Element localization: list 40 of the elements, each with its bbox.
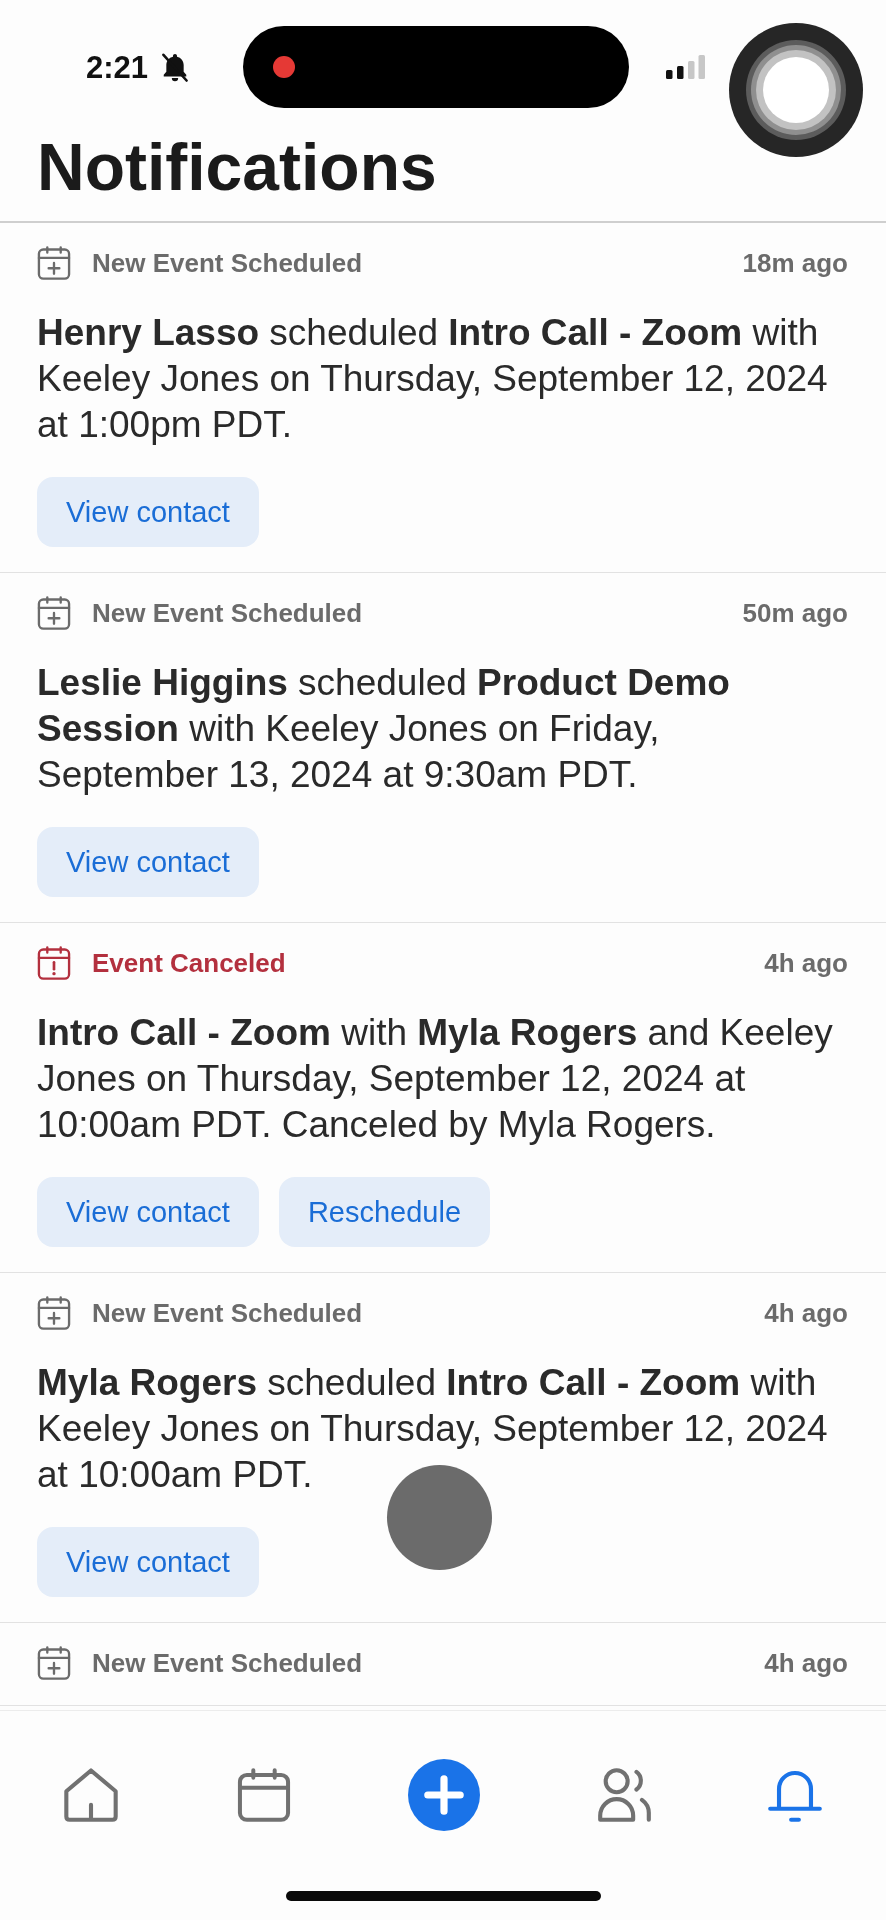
add-button[interactable] — [408, 1759, 480, 1831]
calendar-tab[interactable] — [236, 1768, 291, 1822]
notifications-tab[interactable] — [768, 1768, 822, 1822]
event-type-label: Event Canceled — [92, 947, 286, 979]
action-button[interactable]: View contact — [37, 1527, 259, 1597]
calendar-icon — [236, 1768, 291, 1822]
time-ago-label: 4h ago — [764, 947, 848, 979]
assistive-touch-button[interactable] — [729, 23, 863, 157]
home-tab[interactable] — [63, 1768, 119, 1822]
calendar-plus-icon — [37, 1296, 71, 1330]
home-icon — [63, 1768, 119, 1822]
calendar-plus-icon — [37, 596, 71, 630]
calendar-alert-icon — [37, 946, 71, 980]
people-icon — [597, 1768, 651, 1822]
event-type-label: New Event Scheduled — [92, 1297, 363, 1329]
time-ago-label: 4h ago — [764, 1297, 848, 1329]
time-ago-label: 4h ago — [764, 1647, 848, 1679]
time-ago-label: 18m ago — [742, 247, 848, 279]
notification-message: Intro Call - Zoom with Myla Rogers and Keeley Jones on Thursday, September 12, 2024 at 10:00am PDT. Canceled by Myla Rogers. — [37, 1011, 834, 1147]
page-title: Notifications — [37, 129, 438, 206]
action-button[interactable]: Reschedule — [278, 1177, 491, 1247]
event-type-label: New Event Scheduled — [92, 247, 363, 279]
event-type-label: New Event Scheduled — [92, 1647, 363, 1679]
notification-message: Henry Lasso scheduled Intro Call - Zoom with Keeley Jones on Thursday, September 12, 2024 at 1:00pm PDT. — [37, 311, 829, 447]
calendar-plus-icon — [37, 246, 71, 280]
calendar-plus-icon — [37, 1646, 71, 1680]
notification-message: Leslie Higgins scheduled Product Demo Session with Keeley Jones on Friday, September 13, 2024 at 9:30am PDT. — [37, 661, 731, 797]
notification-message: Myla Rogers scheduled Intro Call - Zoom with Keeley Jones on Thursday, September 12, 2024 at 10:00am PDT. — [37, 1361, 829, 1497]
status-time: 2:21 — [86, 51, 149, 83]
action-button[interactable]: View contact — [37, 827, 259, 897]
bell-slash-icon — [162, 52, 189, 82]
signal-strength-icon — [666, 55, 705, 79]
plus-icon — [408, 1759, 480, 1831]
action-button[interactable]: View contact — [37, 477, 259, 547]
bell-icon — [768, 1768, 822, 1822]
time-ago-label: 50m ago — [742, 597, 848, 629]
action-button[interactable]: View contact — [37, 1177, 259, 1247]
event-type-label: New Event Scheduled — [92, 597, 363, 629]
recording-dot-icon — [273, 56, 295, 78]
contacts-tab[interactable] — [597, 1768, 651, 1822]
